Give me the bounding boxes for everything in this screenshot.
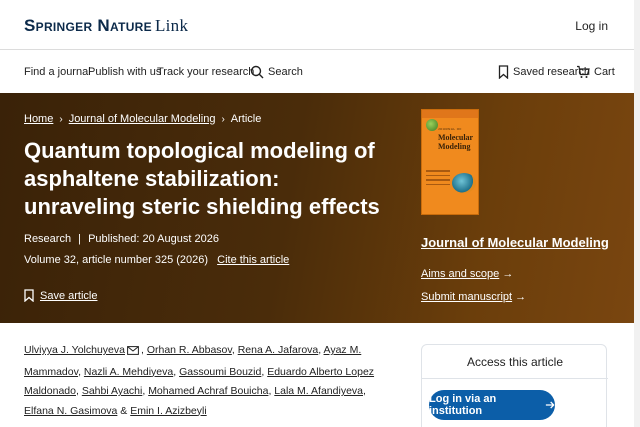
published-date: Published: 20 August 2026 [88,233,219,245]
breadcrumb-current: Article [230,113,262,125]
cover-title: Molecular Modeling [438,133,474,151]
volume-info: Volume 32, article number 325 (2026) [24,254,209,266]
top-bar: Springer Nature Link Log in [0,0,640,50]
arrow-right-icon [545,401,555,409]
breadcrumb-journal[interactable]: Journal of Molecular Modeling [69,113,216,125]
author-link[interactable]: Lala M. Afandiyeva [274,385,363,397]
springer-nature-link-logo[interactable]: Springer Nature Link [24,16,188,36]
email-icon[interactable] [127,343,139,363]
journal-name-link[interactable]: Journal of Molecular Modeling [421,235,609,250]
author-list: Ulviyya J. Yolchuyeva, Orhan R. Abbasov,… [24,343,375,417]
aims-scope-link[interactable]: Aims and scope → [421,268,513,280]
author-link[interactable]: Rena A. Jafarova [238,344,319,356]
access-article-panel: Access this article Log in via an instit… [421,344,608,427]
journal-cover[interactable]: JOURNAL OF Molecular Modeling [421,109,479,215]
arrow-right-icon: → [502,268,514,280]
author-link[interactable]: Elfana N. Gasimova [24,405,117,417]
author-link[interactable]: Sahbi Ayachi [82,385,143,397]
bookmark-icon [498,65,509,79]
cite-article-link[interactable]: Cite this article [217,254,289,266]
nav-track-research[interactable]: Track your research [157,66,254,78]
nav-find-journal[interactable]: Find a journal [24,66,91,78]
article-hero: Home › Journal of Molecular Modeling › A… [0,93,640,323]
search-label: Search [268,66,303,78]
cart-button[interactable]: Cart [576,62,615,82]
author-link[interactable]: Orhan R. Abbasov [147,344,232,356]
search-button[interactable]: Search [250,62,303,82]
cover-molecule-image [426,119,438,131]
breadcrumb: Home › Journal of Molecular Modeling › A… [24,113,261,125]
logo-link: Link [154,16,189,35]
main-nav: Find a journal Publish with us Track you… [0,51,640,93]
login-link[interactable]: Log in [575,19,608,33]
cover-journal-of: JOURNAL OF [438,127,462,131]
arrow-right-icon: → [515,291,527,303]
cart-label: Cart [594,66,615,78]
article-type: Research [24,233,72,245]
submit-manuscript-link[interactable]: Submit manuscript → [421,291,526,303]
author-link[interactable]: Emin I. Azizbeyli [130,405,206,417]
page-scrollbar[interactable] [634,0,640,427]
access-title: Access this article [466,355,564,369]
institution-login-label: Log in via an institution [429,393,497,417]
chevron-right-icon: › [59,113,63,125]
save-article-label: Save article [40,289,98,302]
cart-icon [577,65,590,78]
chevron-right-icon: › [221,113,225,125]
bookmark-icon [24,289,34,302]
author-link[interactable]: Nazli A. Mehdiyeva [84,366,173,378]
author-link[interactable]: Ulviyya J. Yolchuyeva [24,344,125,356]
nav-publish[interactable]: Publish with us [88,66,161,78]
article-volume-row: Volume 32, article number 325 (2026) Cit… [24,254,289,266]
article-meta: Research | Published: 20 August 2026 [24,233,219,245]
breadcrumb-home[interactable]: Home [24,113,53,125]
logo-brand: Springer Nature [24,16,152,35]
author-link[interactable]: Gassoumi Bouzid [179,366,261,378]
search-icon [250,65,264,79]
cover-sphere-image [452,173,476,193]
article-title: Quantum topological modeling of asphalte… [24,138,380,219]
institution-login-button[interactable]: Log in via an institution [429,390,555,420]
save-article-button[interactable]: Save article [24,289,97,302]
author-link[interactable]: Mohamed Achraf Bouicha [148,385,268,397]
